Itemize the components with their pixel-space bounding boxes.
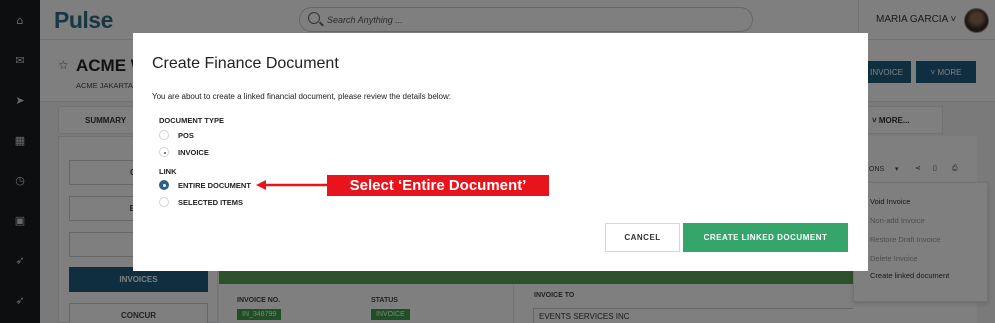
cancel-button[interactable]: CANCEL xyxy=(605,223,680,252)
radio-pos[interactable] xyxy=(159,130,169,140)
radio-label-entire-document: ENTIRE DOCUMENT xyxy=(178,180,251,190)
radio-invoice[interactable] xyxy=(159,147,169,157)
create-finance-document-modal: Create Finance Document You are about to… xyxy=(133,33,868,271)
radio-selected-items[interactable] xyxy=(159,197,169,207)
annotation-arrow-icon xyxy=(256,180,328,190)
radio-option-selected-items[interactable]: SELECTED ITEMS xyxy=(159,196,243,208)
radio-label-pos: POS xyxy=(178,130,194,140)
radio-label-selected-items: SELECTED ITEMS xyxy=(178,197,244,207)
modal-description: You are about to create a linked financi… xyxy=(152,92,452,101)
radio-entire-document[interactable] xyxy=(159,180,169,190)
radio-label-invoice: INVOICE xyxy=(178,147,209,157)
annotation-callout: Select ‘Entire Document’ xyxy=(327,175,549,196)
link-label: LINK xyxy=(159,167,177,176)
create-linked-document-button[interactable]: CREATE LINKED DOCUMENT xyxy=(683,223,848,252)
radio-option-entire-document[interactable]: ENTIRE DOCUMENT xyxy=(159,179,251,191)
document-type-label: DOCUMENT TYPE xyxy=(159,116,225,125)
modal-title: Create Finance Document xyxy=(152,55,339,72)
radio-option-pos[interactable]: POS xyxy=(159,129,194,141)
radio-option-invoice[interactable]: INVOICE xyxy=(159,146,209,158)
